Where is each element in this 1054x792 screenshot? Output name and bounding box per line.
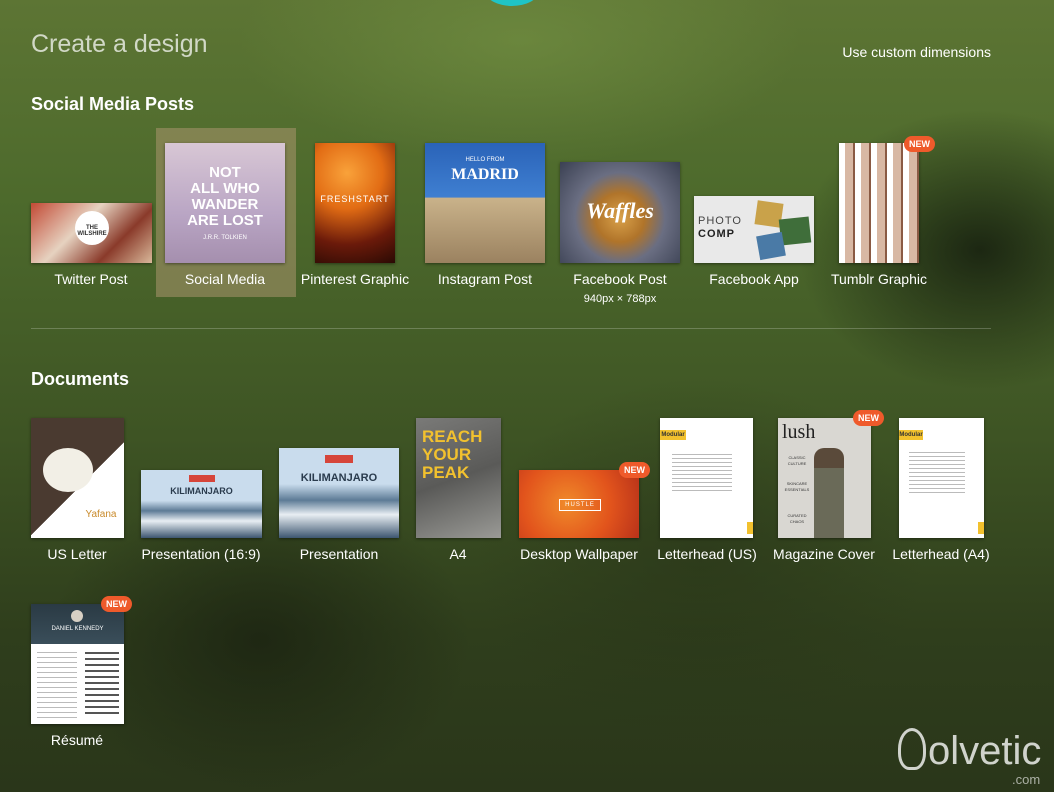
- section-divider: [31, 328, 991, 329]
- watermark-logo-text: olvetic: [928, 729, 1042, 773]
- template-label: Desktop Wallpaper: [520, 546, 638, 562]
- thumbnail-magazine-cover: lush CLASSIC CULTURE SKINCARE ESSENTIALS…: [778, 418, 871, 538]
- new-badge: NEW: [619, 462, 650, 478]
- thumbnail-letterhead-us: Modular: [660, 418, 753, 538]
- template-label: Presentation (16:9): [141, 546, 261, 562]
- template-label: Facebook Post: [573, 271, 667, 287]
- lightbulb-icon: [898, 728, 926, 770]
- thumbnail-desktop-wallpaper: HUSTLE: [519, 470, 639, 538]
- thumbnail-presentation-16-9: KILIMANJARO: [141, 470, 262, 538]
- template-label: Facebook App: [709, 271, 799, 287]
- template-label: Tumblr Graphic: [831, 271, 927, 287]
- template-dimensions: 940px × 788px: [583, 293, 657, 305]
- thumbnail-pinterest-graphic: FRESHSTART: [315, 143, 395, 263]
- page-title: Create a design: [31, 30, 208, 58]
- thumbnail-a4: REACH YOUR PEAK: [416, 418, 501, 538]
- section-title-documents: Documents: [31, 369, 130, 389]
- background: [0, 0, 1054, 792]
- section-title-social: Social Media Posts: [31, 94, 195, 114]
- custom-dimensions-link[interactable]: Use custom dimensions: [842, 44, 991, 60]
- new-badge: NEW: [904, 136, 935, 152]
- template-label: Social Media: [184, 271, 266, 287]
- thumbnail-tumblr-graphic: [839, 143, 919, 263]
- thumbnail-resume: DANIEL KENNEDY: [31, 604, 124, 724]
- template-label: Presentation: [299, 546, 379, 562]
- template-label: A4: [449, 546, 467, 562]
- thumbnail-facebook-post: Waffles: [560, 162, 680, 263]
- template-label: Résumé: [50, 732, 104, 748]
- watermark-domain: .com: [1012, 772, 1041, 787]
- template-label: Instagram Post: [437, 271, 533, 287]
- new-badge: NEW: [853, 410, 884, 426]
- template-label: Letterhead (US): [657, 546, 757, 562]
- thumbnail-twitter-post: THE WILSHIRE: [31, 203, 152, 263]
- template-label: Pinterest Graphic: [300, 271, 410, 287]
- new-badge: NEW: [101, 596, 132, 612]
- template-label: Magazine Cover: [773, 546, 875, 562]
- thumbnail-us-letter: Yafana: [31, 418, 124, 538]
- thumbnail-social-media: NOT ALL WHO WANDER ARE LOST J.R.R. TOLKI…: [165, 143, 285, 263]
- thumbnail-instagram-post: HELLO FROM MADRID: [425, 143, 545, 263]
- thumbnail-presentation: KILIMANJARO: [279, 448, 399, 538]
- template-label: US Letter: [47, 546, 107, 562]
- thumbnail-letterhead-a4: Modular: [899, 418, 984, 538]
- template-label: Twitter Post: [54, 271, 128, 287]
- thumbnail-facebook-app: PHOTO COMP: [694, 196, 814, 263]
- watermark-logo: olvetic: [898, 728, 1041, 774]
- template-label: Letterhead (A4): [892, 546, 990, 562]
